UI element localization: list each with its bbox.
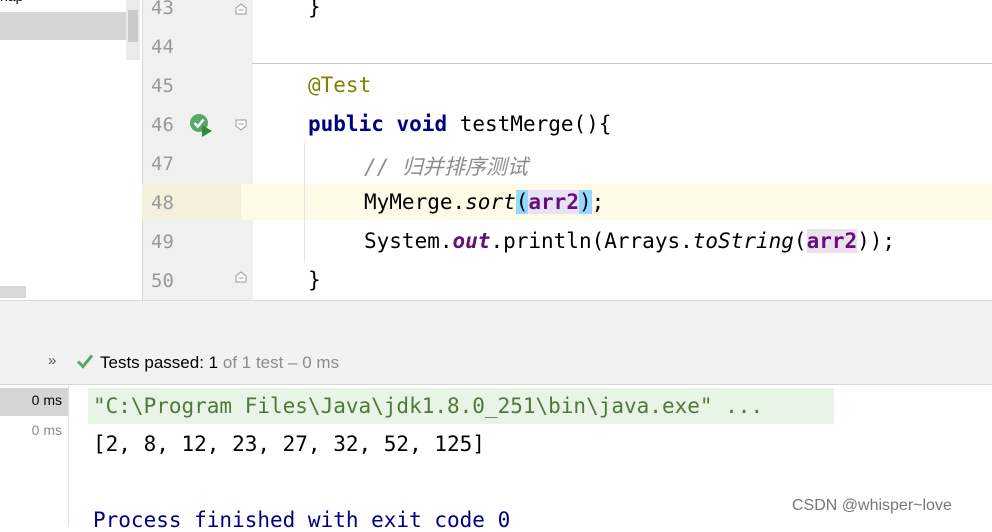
code-comment: // 归并排序测试	[364, 155, 528, 179]
line-number: 45	[151, 75, 174, 97]
method-call-tostring: toString	[692, 229, 794, 253]
statement-end: ));	[857, 229, 896, 253]
line-number: 47	[151, 153, 174, 175]
line-number: 44	[151, 36, 174, 58]
console-line: "C:\Program Files\Java\jdk1.8.0_251\bin\…	[93, 394, 763, 418]
code-line-46[interactable]: public void testMerge(){	[308, 112, 611, 136]
code-editor[interactable]	[252, 0, 992, 300]
variable-arr2: arr2	[806, 229, 858, 253]
line-number: 50	[151, 270, 174, 292]
passed-count: 1	[208, 353, 219, 372]
fold-end-icon[interactable]	[235, 3, 247, 15]
method-separator	[252, 63, 992, 64]
line-number: 48	[151, 192, 174, 214]
statement-end: ;	[591, 190, 605, 214]
project-tree-selected-row[interactable]	[0, 12, 126, 40]
class-reference: System.	[364, 229, 453, 253]
run-test-icon[interactable]	[188, 112, 214, 138]
project-tree-item-label[interactable]: nap	[0, 0, 23, 4]
code-line-43[interactable]: }	[308, 0, 321, 19]
exit-message: Process finished with exit code 0	[93, 508, 511, 532]
test-annotation: @Test	[308, 73, 372, 97]
project-tree-horizontal-scrollbar[interactable]	[0, 286, 26, 298]
paren: (	[793, 229, 807, 253]
closing-brace: }	[308, 268, 321, 292]
matched-paren: )	[578, 190, 592, 214]
static-field-out: out	[452, 229, 491, 253]
keyword-public: public	[308, 112, 384, 136]
test-duration[interactable]: 0 ms	[0, 392, 62, 408]
line-number: 49	[151, 231, 174, 253]
expand-icon[interactable]: »	[48, 352, 56, 369]
method-signature: testMerge(){	[447, 112, 612, 136]
code-line-50[interactable]: }	[308, 268, 321, 292]
code-line-49[interactable]: System.out.println(Arrays.toString(arr2)…	[364, 229, 895, 253]
code-line-45[interactable]: @Test	[308, 73, 371, 97]
console-line: Process finished with exit code 0	[93, 508, 510, 532]
method-call-sort: sort	[465, 190, 516, 214]
test-summary: of 1 test – 0 ms	[218, 353, 340, 372]
variable-arr2: arr2	[528, 190, 579, 214]
project-tree-panel	[0, 0, 142, 300]
test-duration[interactable]: 0 ms	[0, 422, 62, 438]
line-number: 43	[151, 0, 174, 19]
matched-paren: (	[515, 190, 529, 214]
test-status-text: Tests passed: 1 of 1 test – 0 ms	[100, 353, 339, 373]
closing-brace: }	[308, 0, 321, 19]
method-chain: .println(Arrays.	[490, 229, 693, 253]
run-toolwindow-header	[0, 300, 992, 343]
java-command: "C:\Program Files\Java\jdk1.8.0_251\bin\…	[93, 394, 764, 418]
console-line: [2, 8, 12, 23, 27, 32, 52, 125]	[93, 432, 485, 456]
watermark: CSDN @whisper~love	[792, 497, 952, 514]
check-icon	[76, 354, 94, 369]
code-line-47[interactable]: // 归并排序测试	[364, 151, 528, 181]
line-number: 46	[151, 114, 174, 136]
code-line-48[interactable]: MyMerge.sort(arr2);	[364, 190, 604, 214]
tests-passed-label: Tests passed:	[100, 353, 209, 372]
keyword-void: void	[396, 112, 448, 136]
class-reference: MyMerge.	[364, 190, 466, 214]
fold-start-icon[interactable]	[235, 119, 247, 131]
indent-guide	[304, 143, 305, 263]
project-tree-scrollbar-thumb[interactable]	[128, 10, 138, 42]
fold-end-icon[interactable]	[235, 271, 247, 283]
